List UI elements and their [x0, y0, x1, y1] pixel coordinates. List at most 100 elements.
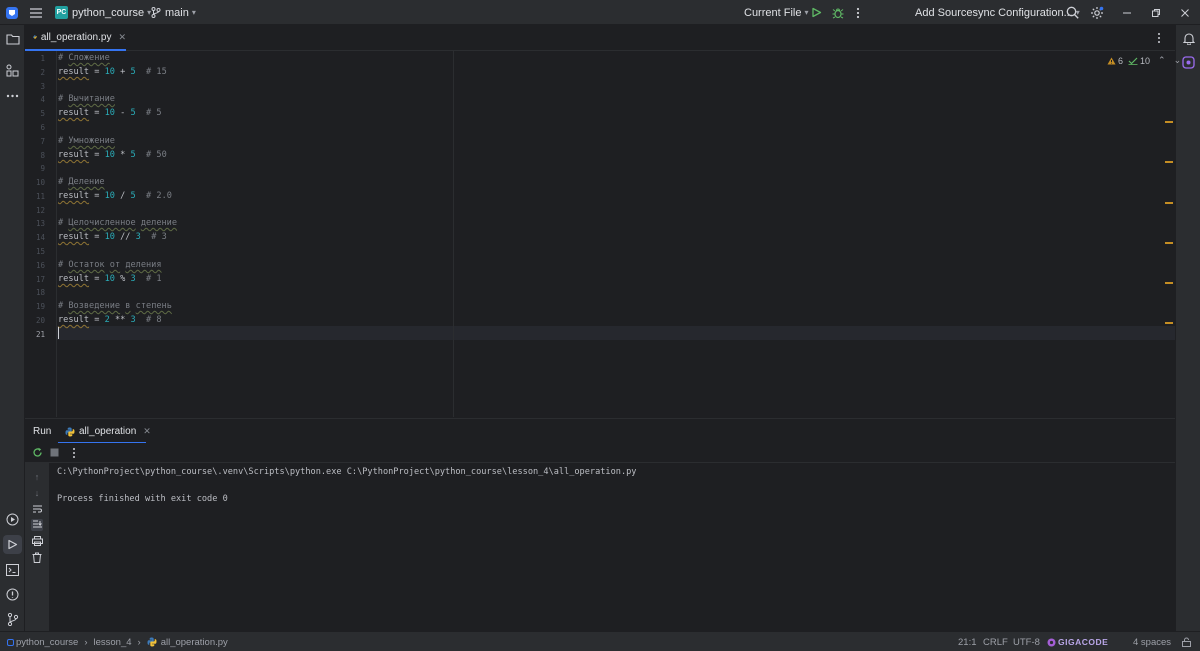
gigacode-widget[interactable]: GIGACODE: [1047, 632, 1108, 651]
code-line: result = 10 + 5 # 15: [58, 67, 167, 77]
minimize-button[interactable]: [1112, 0, 1142, 25]
file-encoding[interactable]: UTF-8: [1013, 632, 1040, 651]
line-number: 13: [35, 219, 45, 228]
line-number-gutter[interactable]: 1 2 3 4 5 6 7 8 9 10 11 12 13 14 15 16 1…: [25, 51, 56, 417]
error-stripe-mark[interactable]: [1165, 161, 1173, 163]
search-button[interactable]: [1066, 0, 1079, 25]
chevron-right-icon: ›: [84, 636, 88, 648]
settings-button[interactable]: [1090, 0, 1104, 25]
rerun-button[interactable]: [32, 447, 43, 458]
run-config-selector[interactable]: Current File ▾: [744, 0, 808, 25]
line-number: 12: [35, 206, 45, 215]
clear-all-icon[interactable]: [31, 551, 43, 563]
variable: result: [58, 150, 90, 160]
run-panel-title: Run: [33, 426, 52, 437]
breadcrumb-project[interactable]: python_course: [16, 637, 78, 648]
next-highlight-icon[interactable]: ⌄: [1174, 55, 1182, 66]
inspection-widget[interactable]: 6 10 ⌃ ⌄: [1107, 55, 1181, 66]
more-tools-button[interactable]: [4, 87, 21, 104]
run-toolbar: [25, 443, 1175, 463]
more-horizontal-icon: [6, 94, 19, 97]
main-menu-icon[interactable]: [30, 0, 42, 25]
project-tool-button[interactable]: [4, 30, 21, 47]
run-panel-header: Run all_operation ✕: [25, 418, 1175, 444]
error-stripe-mark[interactable]: [1165, 322, 1173, 324]
scroll-down-icon[interactable]: ↓: [31, 487, 43, 499]
structure-icon: [6, 64, 19, 77]
stop-button[interactable]: [50, 448, 59, 457]
comment-text: Возведение: [68, 301, 121, 311]
comment-text: Сложение: [68, 53, 110, 63]
number: 3: [130, 274, 136, 284]
notifications-button[interactable]: [1180, 30, 1197, 47]
line-number: 10: [35, 178, 45, 187]
run-console[interactable]: C:\PythonProject\python_course\.venv\Scr…: [49, 463, 1175, 631]
editor-tab-options-icon[interactable]: [1157, 32, 1161, 44]
run-config-label: Current File: [744, 6, 802, 19]
structure-tool-button[interactable]: [4, 62, 21, 79]
ai-assistant-button[interactable]: [1180, 54, 1197, 71]
more-actions-icon[interactable]: [856, 0, 860, 25]
terminal-tool-button[interactable]: [4, 561, 21, 578]
run-tab-all-operation[interactable]: all_operation ✕: [65, 419, 151, 444]
code-line: result = 10 / 5 # 2.0: [58, 191, 172, 201]
scroll-up-icon[interactable]: ↑: [31, 471, 43, 483]
operator: %: [120, 274, 126, 284]
indent-setting[interactable]: 4 spaces: [1133, 632, 1171, 651]
variable: result: [58, 191, 90, 201]
problems-icon: [6, 588, 19, 601]
close-tab-icon[interactable]: ✕: [118, 32, 126, 43]
print-icon[interactable]: [31, 535, 43, 547]
bell-icon: [1182, 33, 1195, 45]
ai-assistant-icon: [1182, 56, 1195, 69]
number: 10: [104, 191, 115, 201]
chevron-down-icon: ▾: [191, 8, 196, 17]
code-comment: # Умножение: [58, 136, 115, 146]
error-stripe-mark[interactable]: [1165, 202, 1173, 204]
close-tab-icon[interactable]: ✕: [143, 426, 151, 437]
line-separator[interactable]: CRLF: [983, 632, 1008, 651]
editor-tab-label: all_operation.py: [40, 31, 112, 43]
comment-text: Остаток: [68, 260, 105, 270]
code-comment: # Вычитание: [58, 94, 115, 104]
error-stripe-mark[interactable]: [1165, 282, 1173, 284]
restore-button[interactable]: [1141, 0, 1171, 25]
line-number: 20: [35, 316, 45, 325]
run-more-actions-icon[interactable]: [72, 447, 76, 459]
run-button[interactable]: [811, 0, 822, 25]
run-side-toolbar: ↑ ↓: [25, 463, 49, 631]
editor-tab-all-operation[interactable]: all_operation.py ✕: [25, 25, 126, 51]
app-logo-icon[interactable]: [6, 0, 18, 25]
breadcrumb-folder[interactable]: lesson_4: [94, 637, 132, 648]
soft-wrap-icon[interactable]: [31, 503, 43, 515]
number: 10: [104, 67, 115, 77]
lock-icon[interactable]: [1182, 632, 1191, 651]
folder-icon: [5, 33, 20, 45]
comment-text: от: [109, 260, 121, 270]
services-tool-button[interactable]: [4, 511, 21, 528]
sourcesync-selector[interactable]: Add Sourcesync Configuration... ▾: [915, 0, 1080, 25]
branch-icon: [151, 7, 161, 18]
breadcrumb-file[interactable]: all_operation.py: [161, 637, 228, 648]
console-command-line: C:\PythonProject\python_course\.venv\Scr…: [57, 467, 637, 477]
error-stripe-mark[interactable]: [1165, 242, 1173, 244]
line-number: 11: [35, 192, 45, 201]
project-selector[interactable]: PC python_course ▾: [55, 0, 151, 25]
code-editor[interactable]: 1 2 3 4 5 6 7 8 9 10 11 12 13 14 15 16 1…: [25, 51, 1181, 417]
text-caret: [58, 327, 59, 339]
scroll-to-end-icon[interactable]: [31, 519, 43, 531]
number: 3: [135, 232, 141, 242]
close-window-button[interactable]: [1170, 0, 1200, 25]
caret-position[interactable]: 21:1: [958, 632, 977, 651]
problems-tool-button[interactable]: [4, 586, 21, 603]
previous-highlight-icon[interactable]: ⌃: [1158, 55, 1166, 66]
run-icon: [812, 7, 822, 18]
variable: result: [58, 274, 90, 284]
run-tool-button[interactable]: [3, 535, 22, 554]
debug-button[interactable]: [832, 0, 844, 25]
git-tool-button[interactable]: [4, 611, 21, 628]
error-stripe-mark[interactable]: [1165, 121, 1173, 123]
branch-selector[interactable]: main ▾: [151, 0, 196, 25]
operator: *: [120, 150, 126, 160]
code-comment: # Остаток от деления: [58, 260, 162, 270]
